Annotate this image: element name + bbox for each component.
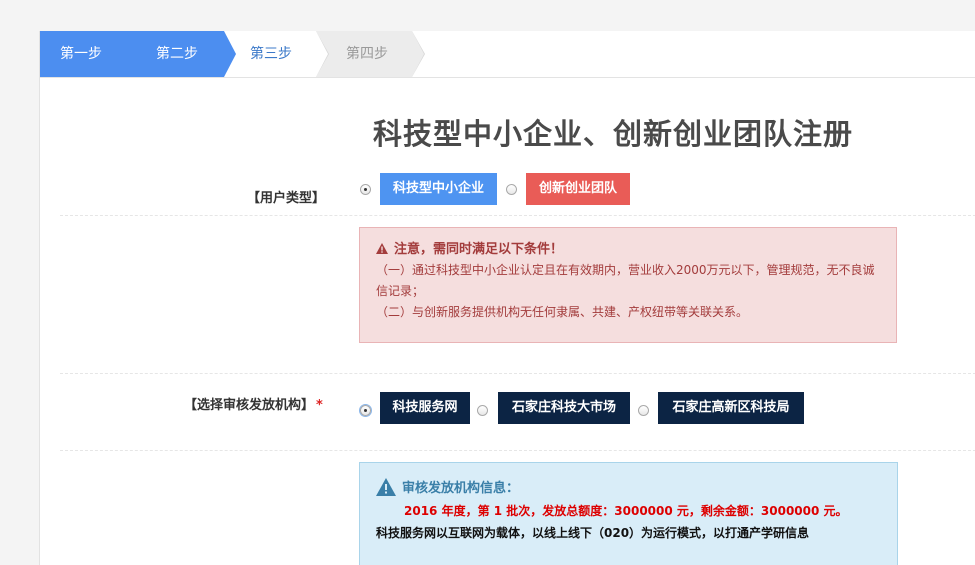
issuer-option-kejifuwuwang[interactable]: 科技服务网	[380, 392, 470, 424]
page-title: 科技型中小企业、创新创业团队注册	[373, 117, 854, 151]
divider	[60, 450, 975, 451]
step-1: 第一步	[40, 31, 138, 77]
registration-page: 第一步 第二步 第三步 第四步 科技型中小企业、创新创业团队注册 【用户类型】 …	[39, 31, 975, 565]
user-type-radio-enterprise[interactable]	[360, 184, 371, 195]
notice-heading: 注意，需同时满足以下条件！	[394, 242, 564, 257]
required-mark: *	[316, 398, 323, 413]
step-4-label: 第四步	[346, 46, 388, 62]
user-type-option-team[interactable]: 创新创业团队	[526, 173, 630, 205]
issuer-radio-sjz-market[interactable]	[477, 405, 488, 416]
issuer-info-heading: 审核发放机构信息：	[402, 481, 520, 496]
step-2: 第二步	[126, 31, 236, 77]
divider	[60, 373, 975, 374]
divider	[60, 215, 975, 216]
step-progress-bar: 第一步 第二步 第三步 第四步	[40, 31, 975, 78]
issuer-description: 科技服务网以互联网为载体，以线上线下（020）为运行模式，以打通产学研信息	[376, 526, 810, 540]
step-3-arrow	[316, 31, 328, 77]
issuer-radio-sjz-hitech[interactable]	[638, 405, 649, 416]
issuer-label-text: 【选择审核发放机构】	[184, 398, 315, 413]
issuer-label: 【选择审核发放机构】 *	[184, 394, 323, 413]
notice-heading-row: 注意，需同时满足以下条件！	[376, 239, 880, 260]
user-type-label: 【用户类型】	[247, 191, 326, 206]
conditions-notice: 注意，需同时满足以下条件！ （一）通过科技型中小企业认定且在有效期内，营业收入2…	[359, 227, 897, 343]
user-type-radio-team[interactable]	[506, 184, 517, 195]
issuer-info-panel: 审核发放机构信息： 2016 年度，第 1 批次，发放总额度：3000000 元…	[359, 462, 898, 565]
step-4-arrow	[412, 31, 424, 77]
user-type-option-enterprise[interactable]: 科技型中小企业	[380, 173, 497, 205]
notice-condition-2: （二）与创新服务提供机构无任何隶属、共建、产权纽带等关联关系。	[376, 305, 749, 319]
notice-condition-1: （一）通过科技型中小企业认定且在有效期内，营业收入2000万元以下，管理规范，无…	[376, 263, 875, 298]
warning-icon	[376, 478, 396, 496]
issuer-option-sjz-hitech[interactable]: 石家庄高新区科技局	[658, 392, 804, 424]
step-1-arrow	[126, 31, 138, 77]
step-2-label: 第二步	[156, 46, 198, 62]
step-3: 第三步	[224, 31, 329, 77]
step-2-arrow	[224, 31, 236, 77]
issuer-info-heading-row: 审核发放机构信息：	[376, 478, 881, 500]
issuer-radio-kejifuwuwang[interactable]	[360, 405, 371, 416]
step-4: 第四步	[316, 31, 425, 77]
issuer-option-sjz-market[interactable]: 石家庄科技大市场	[498, 392, 630, 424]
warning-icon	[376, 243, 388, 254]
step-1-label: 第一步	[60, 46, 102, 62]
step-3-label: 第三步	[250, 46, 292, 62]
issuer-quota: 2016 年度，第 1 批次，发放总额度：3000000 元，剩余金额：3000…	[404, 504, 848, 518]
